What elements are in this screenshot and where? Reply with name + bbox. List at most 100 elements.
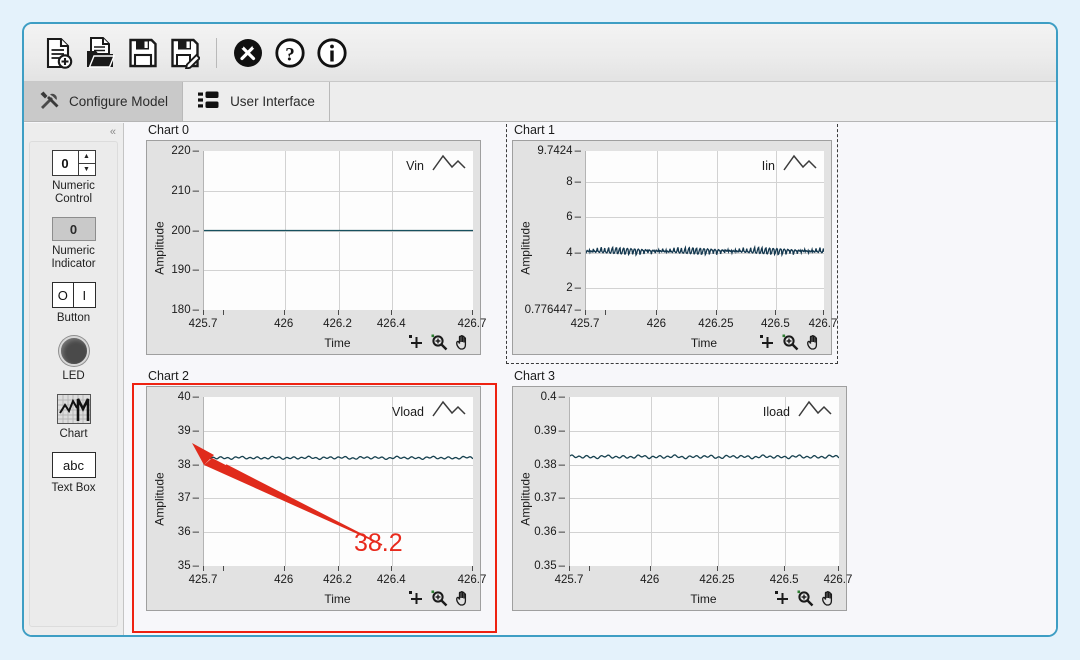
- chart-legend[interactable]: Iload: [763, 399, 832, 424]
- y-tick-label: 210: [171, 185, 199, 197]
- x-tick-label: 426: [274, 318, 294, 330]
- y-tick-label: 38: [178, 459, 199, 471]
- x-tick-label: 426.7: [457, 574, 487, 586]
- chart-frame[interactable]: Amplitude353637383940425.7426426.2426.44…: [146, 386, 486, 611]
- legend-series-name: Vload: [392, 404, 424, 419]
- cursor-tool-icon[interactable]: [774, 590, 790, 606]
- x-tick-label: 426.7: [457, 318, 487, 330]
- open-model-icon[interactable]: [80, 31, 122, 75]
- save-as-icon[interactable]: [164, 31, 206, 75]
- collapse-chevron-icon: «: [109, 126, 116, 138]
- numeric-control-icon: 0 ▲ ▼: [51, 150, 96, 176]
- toolbar-separator: [216, 37, 217, 68]
- legend-series-name: Iload: [762, 404, 790, 419]
- zoom-tool-icon[interactable]: [797, 590, 814, 607]
- chart-legend[interactable]: Vload: [392, 399, 466, 424]
- info-icon[interactable]: [311, 31, 353, 75]
- chart-frame[interactable]: Amplitude0.350.360.370.380.390.4425.7426…: [512, 386, 852, 611]
- pan-tool-icon[interactable]: [454, 334, 470, 350]
- y-tick-label: 37: [178, 492, 199, 504]
- chart-frame[interactable]: Amplitude0.77644724689.7424425.7426426.2…: [512, 140, 837, 355]
- palette-item-numeric-indicator[interactable]: 0 Numeric Indicator: [30, 217, 117, 271]
- cursor-tool-icon[interactable]: [408, 334, 424, 350]
- y-tick-label: 9.7424: [537, 145, 581, 157]
- x-tick-label: 426.2: [323, 574, 352, 586]
- legend-series-name: Iin: [761, 158, 775, 173]
- palette-items: 0 ▲ ▼ Numeric Control 0 Numeric Indicator: [29, 141, 118, 627]
- waveform-icon: [432, 153, 466, 178]
- waveform-icon: [783, 153, 817, 178]
- svg-text:?: ?: [285, 44, 295, 65]
- palette-item-label-2: Indicator: [51, 258, 96, 270]
- y-tick-label: 40: [178, 391, 199, 403]
- chart-tool-palette[interactable]: [759, 334, 821, 351]
- x-tick-label: 426.4: [376, 574, 406, 586]
- new-model-icon[interactable]: [38, 31, 80, 75]
- button-off-glyph: O: [53, 283, 74, 307]
- x-tick-label: 426: [646, 318, 666, 330]
- chart-tool-palette[interactable]: [408, 334, 470, 351]
- y-tick-label: 190: [171, 264, 199, 276]
- chart-legend[interactable]: Iin: [762, 153, 817, 178]
- chart-frame[interactable]: Amplitude180190200210220425.7426426.2426…: [146, 140, 486, 355]
- numeric-control-value: 0: [61, 155, 69, 171]
- chart-widget-2[interactable]: Chart 2Amplitude353637383940425.7426426.…: [146, 369, 486, 611]
- y-tick-label: 200: [171, 225, 199, 237]
- tab-label: User Interface: [230, 94, 315, 109]
- pan-tool-icon[interactable]: [820, 590, 836, 606]
- zoom-tool-icon[interactable]: [431, 590, 448, 607]
- cursor-tool-icon[interactable]: [408, 590, 424, 606]
- x-tick-label: 426.5: [769, 574, 799, 586]
- x-tick-label: 426.4: [376, 318, 406, 330]
- help-icon[interactable]: ?: [269, 31, 311, 75]
- zoom-tool-icon[interactable]: [782, 334, 799, 351]
- x-tick-label: 425.7: [554, 574, 584, 586]
- palette-item-label: Numeric: [52, 245, 95, 257]
- led-icon: [58, 336, 89, 366]
- waveform-icon: [798, 399, 832, 424]
- chart-title: Chart 2: [148, 369, 189, 383]
- tab-configure-model[interactable]: Configure Model: [24, 82, 184, 121]
- x-tick-label: 426.25: [698, 318, 734, 330]
- save-icon[interactable]: [122, 31, 164, 75]
- palette-item-text-box[interactable]: abc Text Box: [30, 452, 117, 495]
- palette-collapse-button[interactable]: «: [24, 123, 123, 141]
- chart-widget-0[interactable]: Chart 0Amplitude180190200210220425.74264…: [146, 123, 486, 355]
- ui-canvas[interactable]: Chart 0Amplitude180190200210220425.74264…: [124, 123, 1056, 635]
- tab-strip: Configure Model User Interface: [24, 82, 1056, 122]
- chart-widget-3[interactable]: Chart 3Amplitude0.350.360.370.380.390.44…: [512, 369, 852, 611]
- chart-tool-palette[interactable]: [408, 590, 470, 607]
- settings-icon[interactable]: [227, 31, 269, 75]
- cursor-tool-icon[interactable]: [759, 334, 775, 350]
- x-tick-label: 426: [640, 574, 660, 586]
- chart-legend[interactable]: Vin: [406, 153, 466, 178]
- palette-item-label-2: Control: [54, 193, 93, 205]
- main-toolbar: ?: [24, 24, 1056, 82]
- palette-item-label: Chart: [59, 428, 88, 440]
- chart-widget-1[interactable]: Chart 1Amplitude0.77644724689.7424425.74…: [512, 123, 837, 355]
- palette-item-chart[interactable]: Chart: [30, 394, 117, 441]
- palette-item-led[interactable]: LED: [30, 336, 117, 383]
- waveform-icon: [432, 399, 466, 424]
- palette-item-button[interactable]: O I Button: [30, 282, 117, 325]
- y-tick-label: 0.4: [541, 391, 565, 403]
- tab-label: Configure Model: [69, 94, 169, 109]
- button-on-glyph: I: [82, 287, 87, 303]
- x-tick-label: 426.25: [699, 574, 735, 586]
- legend-series-name: Vin: [406, 158, 424, 173]
- chart-tool-palette[interactable]: [774, 590, 836, 607]
- tab-user-interface[interactable]: User Interface: [183, 82, 330, 121]
- application-window: ? Configure Model User Interface « 0 ▲ ▼…: [22, 22, 1058, 637]
- y-tick-label: 6: [566, 211, 581, 223]
- work-area: « 0 ▲ ▼ Numeric Control 0 Numeric Indica…: [24, 123, 1056, 635]
- x-tick-label: 426.7: [808, 318, 838, 330]
- pan-tool-icon[interactable]: [805, 334, 821, 350]
- chart-title: Chart 3: [514, 369, 555, 383]
- tools-icon: [38, 90, 60, 113]
- palette-item-numeric-control[interactable]: 0 ▲ ▼ Numeric Control: [30, 150, 117, 206]
- palette-item-label: Numeric: [52, 180, 95, 192]
- zoom-tool-icon[interactable]: [431, 334, 448, 351]
- x-tick-label: 426.5: [761, 318, 790, 330]
- tab-strip-filler: [329, 82, 1056, 121]
- pan-tool-icon[interactable]: [454, 590, 470, 606]
